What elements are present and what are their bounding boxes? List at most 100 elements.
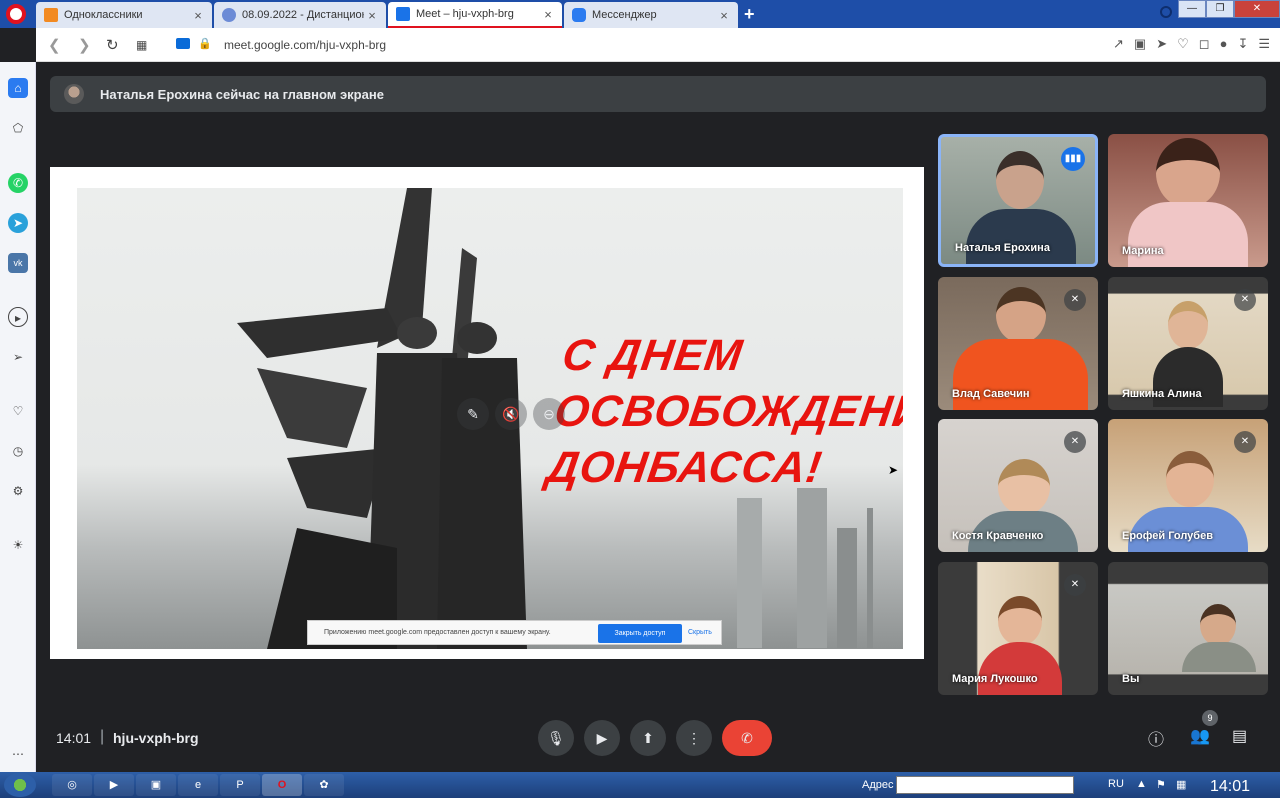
participant-video-body — [1182, 642, 1256, 672]
participant-tile[interactable]: ✕ Костя Кравченко — [938, 419, 1098, 552]
profile-icon[interactable]: ● — [1220, 36, 1228, 52]
mic-off-icon: ✕ — [1064, 289, 1086, 311]
mic-off-icon: ✕ — [1064, 574, 1086, 596]
messenger-icon — [572, 8, 586, 22]
vk-icon[interactable]: vk — [8, 253, 28, 273]
people-icon[interactable]: 👥 — [1190, 726, 1210, 746]
opera-taskbar-icon[interactable]: O — [262, 774, 302, 796]
snapshot-icon[interactable]: ▣ — [1134, 36, 1146, 52]
share-icon[interactable]: ↗ — [1113, 36, 1124, 52]
participant-tile[interactable]: ✕ Яшкина Алина — [1108, 277, 1268, 410]
windows-taskbar: ◎ ▶ ▣ e P O ✿ Адрес RU ▲ ⚑ ▦ 14:01 — [0, 772, 1280, 798]
participant-tile[interactable]: ✕ Влад Савечин — [938, 277, 1098, 410]
search-tabs-icon[interactable] — [1160, 6, 1172, 18]
close-icon[interactable]: × — [716, 8, 732, 23]
present-screen-button[interactable]: ⬆ — [630, 720, 666, 756]
explorer-icon[interactable]: ▣ — [136, 774, 176, 796]
hide-notice-link[interactable]: Скрыть — [688, 629, 712, 636]
tab-grid-icon[interactable]: ▦ — [136, 38, 147, 52]
player-icon[interactable]: ▸ — [8, 307, 28, 327]
participant-video-body — [966, 209, 1076, 264]
presenter-banner: Наталья Ерохина сейчас на главном экране — [50, 76, 1266, 112]
taskbar-app-icon[interactable]: ✿ — [304, 774, 344, 796]
stop-sharing-button[interactable]: Закрыть доступ — [598, 624, 682, 643]
participant-video-body — [978, 642, 1062, 695]
taskbar-app-icon[interactable]: ◎ — [52, 774, 92, 796]
microphone-button[interactable]: 🎙 — [538, 720, 574, 756]
meeting-info-icon[interactable]: ⓘ — [1148, 726, 1164, 750]
chat-icon[interactable]: ▤ — [1232, 726, 1247, 746]
participant-video — [1156, 138, 1220, 208]
close-icon[interactable]: × — [364, 8, 380, 23]
restore-button[interactable]: ❐ — [1206, 0, 1234, 18]
tab-meet[interactable]: Meet – hju-vxph-brg × — [388, 2, 562, 28]
flag-icon[interactable]: ⚑ — [1156, 778, 1166, 791]
minimize-button[interactable]: — — [1178, 0, 1206, 18]
separator: | — [100, 728, 105, 745]
mute-speaker-icon[interactable]: 🔇 — [495, 398, 527, 430]
powerpoint-icon[interactable]: P — [220, 774, 260, 796]
internet-explorer-icon[interactable]: e — [178, 774, 218, 796]
url-field[interactable]: meet.google.com/hju-vxph-brg — [224, 38, 386, 52]
participant-tile[interactable]: Вы — [1108, 562, 1268, 695]
pin-off-icon[interactable]: ✎ — [457, 398, 489, 430]
telegram-icon[interactable]: ➤ — [8, 213, 28, 233]
easy-setup-icon[interactable]: ☰ — [1258, 36, 1270, 52]
send-icon[interactable]: ➤ — [1156, 36, 1167, 52]
box-icon[interactable]: ◻ — [1199, 36, 1210, 52]
system-clock[interactable]: 14:01 — [1210, 778, 1250, 796]
participant-tile[interactable]: ✕ Мария Лукошко — [938, 562, 1098, 695]
opera-sidebar: ⌂ ⬠ ✆ ➤ vk ▸ ➢ ♡ ◷ ⚙ ☀ ⋯ — [0, 62, 36, 772]
settings-gear-icon[interactable]: ⚙ — [8, 481, 28, 501]
tab-odnoklassniki[interactable]: Одноклассники × — [36, 2, 212, 28]
language-indicator[interactable]: RU — [1108, 778, 1124, 790]
more-options-button[interactable]: ⋮ — [676, 720, 712, 756]
flow-icon[interactable]: ➢ — [8, 347, 28, 367]
taskbar-address-field[interactable] — [896, 776, 1074, 794]
participant-video — [998, 596, 1042, 646]
remove-icon[interactable]: ⊖ — [533, 398, 565, 430]
address-bar: ❮ ❯ ↻ ▦ 🔒 meet.google.com/hju-vxph-brg ↗… — [36, 28, 1280, 62]
end-call-button[interactable]: ✆ — [722, 720, 772, 756]
participant-tile[interactable]: ▮▮▮ Наталья Ерохина — [938, 134, 1098, 267]
participant-name: Наталья Ерохина — [955, 242, 1050, 254]
new-tab-button[interactable]: + — [744, 4, 755, 25]
main-stage[interactable]: С ДНЕМ ОСВОБОЖДЕНИЯ ДОНБАССА! ✎ 🔇 ⊖ Прил… — [50, 167, 924, 659]
history-icon[interactable]: ◷ — [8, 441, 28, 461]
close-window-button[interactable]: ✕ — [1234, 0, 1280, 18]
whatsapp-icon[interactable]: ✆ — [8, 173, 28, 193]
camera-button[interactable]: ▶ — [584, 720, 620, 756]
participant-video — [996, 287, 1046, 343]
download-icon[interactable]: ↧ — [1237, 36, 1248, 52]
participant-name: Яшкина Алина — [1122, 388, 1202, 400]
close-icon[interactable]: × — [540, 7, 556, 22]
more-dots-icon[interactable]: ⋯ — [8, 744, 28, 764]
participant-video — [1166, 451, 1214, 507]
close-icon[interactable]: × — [190, 8, 206, 23]
mouse-cursor-icon: ➤ — [888, 463, 899, 477]
home-icon[interactable]: ⌂ — [8, 78, 28, 98]
extensions-icon[interactable]: ⬠ — [8, 118, 28, 138]
tab-distance-learning[interactable]: 08.09.2022 - Дистанционн × — [214, 2, 386, 28]
participant-name: Костя Кравченко — [952, 530, 1044, 542]
participant-tile[interactable]: ✕ Ерофей Голубев — [1108, 419, 1268, 552]
network-icon[interactable]: ▦ — [1176, 778, 1186, 791]
reload-icon[interactable]: ↻ — [106, 36, 119, 54]
tips-bulb-icon[interactable]: ☀ — [8, 535, 28, 555]
presenter-banner-text: Наталья Ерохина сейчас на главном экране — [100, 87, 384, 102]
lock-icon[interactable]: 🔒 — [198, 37, 212, 50]
media-player-icon[interactable]: ▶ — [94, 774, 134, 796]
start-button[interactable] — [4, 773, 36, 797]
heart-icon[interactable]: ♡ — [1177, 36, 1189, 52]
forward-icon[interactable]: ❯ — [78, 36, 91, 54]
tab-messenger[interactable]: Мессенджер × — [564, 2, 738, 28]
presentation-slide: С ДНЕМ ОСВОБОЖДЕНИЯ ДОНБАССА! ✎ 🔇 ⊖ Прил… — [77, 188, 903, 649]
participants-count-badge: 9 — [1202, 710, 1218, 726]
participant-tile[interactable]: Марина — [1108, 134, 1268, 267]
mine-skyline-image — [737, 488, 873, 648]
tray-arrow-icon[interactable]: ▲ — [1136, 778, 1147, 790]
stage-overlay-controls: ✎ 🔇 ⊖ — [457, 398, 565, 430]
bookmarks-heart-icon[interactable]: ♡ — [8, 401, 28, 421]
back-icon[interactable]: ❮ — [48, 36, 61, 54]
opera-logo-icon[interactable] — [6, 4, 26, 24]
